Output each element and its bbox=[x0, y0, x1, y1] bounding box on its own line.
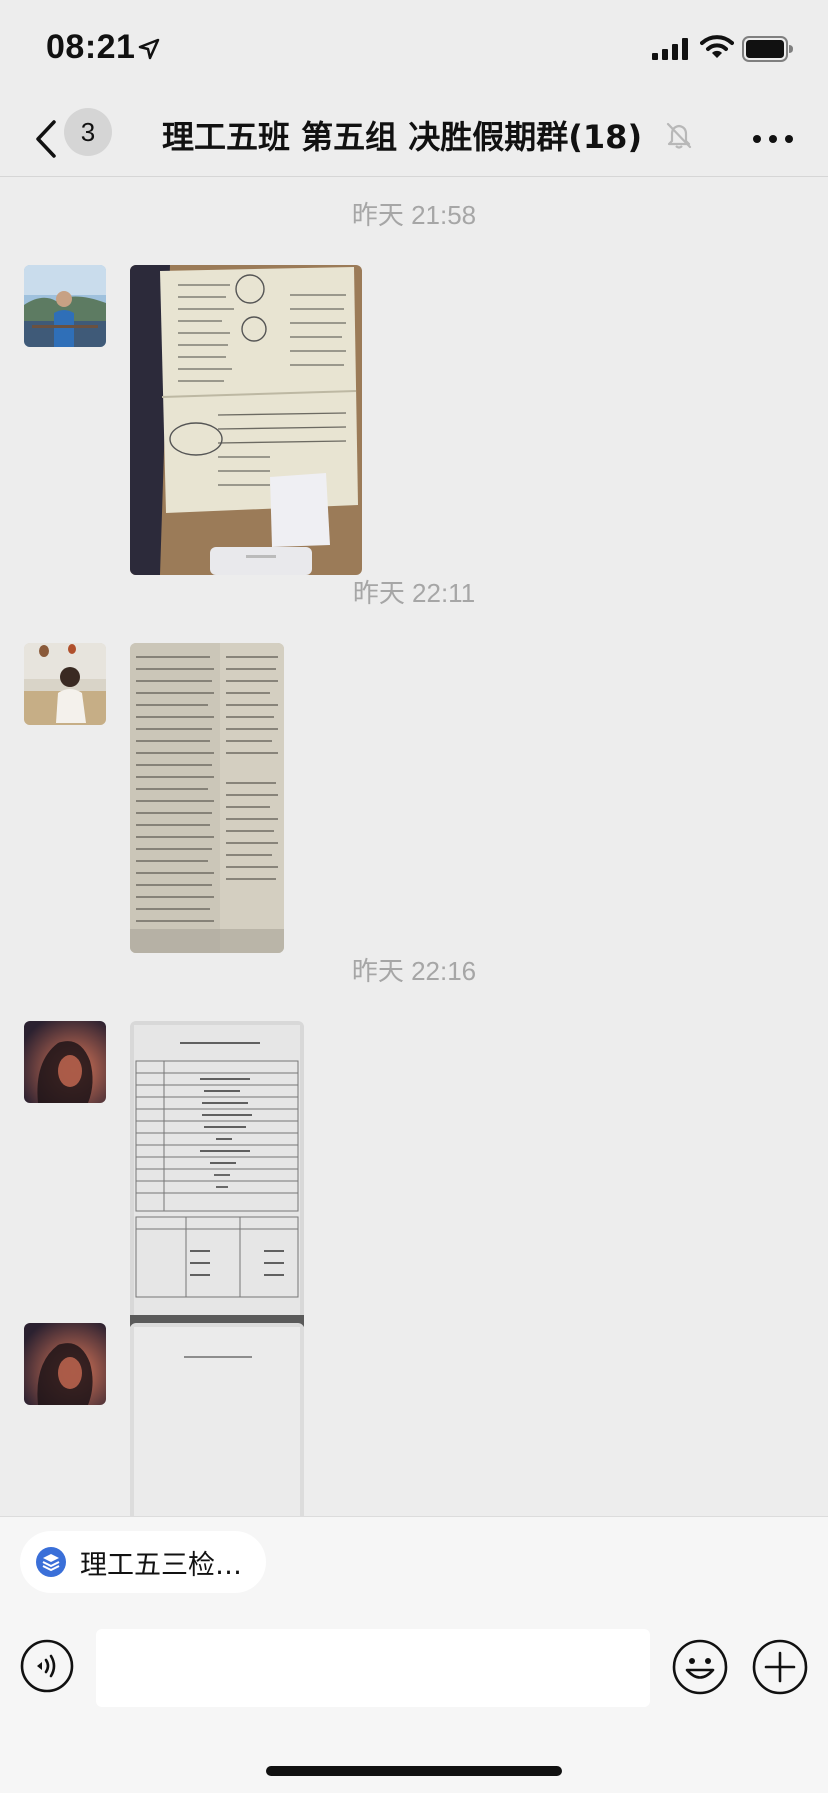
photo-todo-list[interactable] bbox=[130, 1021, 304, 1331]
home-indicator[interactable] bbox=[266, 1766, 562, 1776]
message-input[interactable] bbox=[96, 1629, 650, 1707]
avatar[interactable] bbox=[24, 643, 106, 725]
message-timestamp: 昨天 21:58 bbox=[351, 200, 477, 230]
unread-count-badge[interactable]: 3 bbox=[64, 108, 112, 156]
back-chevron-icon[interactable] bbox=[28, 114, 68, 164]
photo-notebook[interactable] bbox=[130, 265, 362, 575]
mini-program-icon bbox=[36, 1547, 66, 1577]
status-bar: 08:21 bbox=[0, 0, 828, 100]
bottom-input-area: 理工五三检… bbox=[0, 1516, 828, 1793]
chat-title: 理工五班 第五组 决胜假期群(18) bbox=[162, 118, 643, 156]
add-icon[interactable] bbox=[752, 1639, 808, 1695]
chat-message-list[interactable]: 昨天 21:58 昨天 22:11 昨天 22:16 bbox=[0, 177, 828, 1516]
avatar[interactable] bbox=[24, 1323, 106, 1405]
avatar[interactable] bbox=[24, 265, 106, 347]
wifi-icon bbox=[700, 35, 734, 58]
status-time: 08:21 bbox=[46, 28, 136, 66]
mini-program-chip[interactable]: 理工五三检… bbox=[20, 1531, 266, 1593]
more-icon[interactable] bbox=[748, 114, 798, 164]
battery-icon bbox=[742, 36, 793, 62]
emoji-icon[interactable] bbox=[672, 1639, 728, 1695]
signal-icon bbox=[652, 38, 688, 60]
photo-sheet[interactable] bbox=[130, 1323, 304, 1516]
chat-nav-bar: 3 理工五班 第五组 决胜假期群(18) bbox=[0, 100, 828, 177]
mini-program-label: 理工五三检… bbox=[80, 1549, 242, 1581]
message-timestamp: 昨天 22:11 bbox=[352, 578, 476, 608]
photo-textbook[interactable] bbox=[130, 643, 284, 953]
mute-bell-icon bbox=[666, 122, 692, 149]
message-timestamp: 昨天 22:16 bbox=[351, 956, 477, 986]
voice-icon[interactable] bbox=[20, 1639, 74, 1693]
avatar[interactable] bbox=[24, 1021, 106, 1103]
location-arrow-icon bbox=[138, 38, 160, 60]
